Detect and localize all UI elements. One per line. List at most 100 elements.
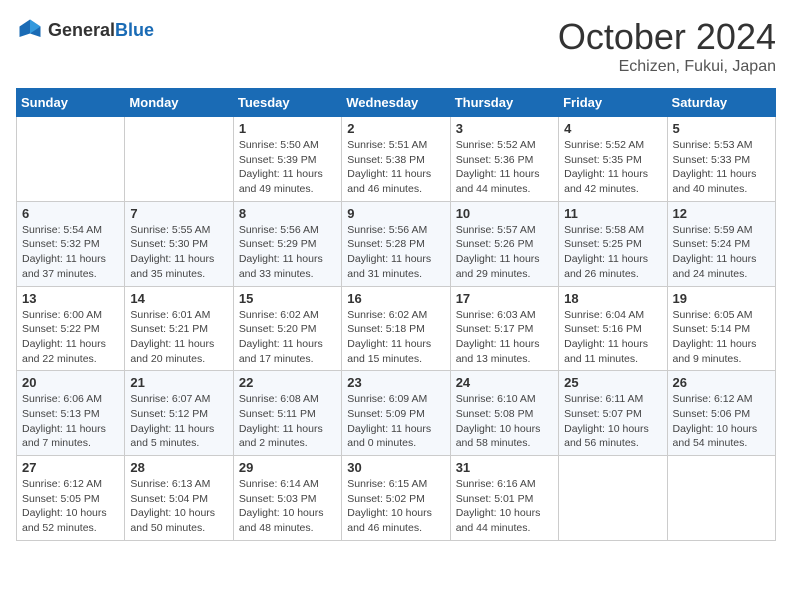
location: Echizen, Fukui, Japan (558, 58, 776, 76)
calendar-day-cell: 18 Sunrise: 6:04 AMSunset: 5:16 PMDayligh… (559, 286, 667, 371)
calendar-day-cell: 19 Sunrise: 6:05 AMSunset: 5:14 PMDayligh… (667, 286, 775, 371)
day-number: 15 (239, 291, 336, 306)
calendar-day-cell: 30 Sunrise: 6:15 AMSunset: 5:02 PMDayligh… (342, 456, 450, 541)
day-detail: Sunrise: 5:51 AMSunset: 5:38 PMDaylight:… (347, 138, 444, 197)
day-detail: Sunrise: 5:58 AMSunset: 5:25 PMDaylight:… (564, 223, 661, 282)
day-number: 31 (456, 460, 553, 475)
calendar-day-cell: 15 Sunrise: 6:02 AMSunset: 5:20 PMDayligh… (233, 286, 341, 371)
calendar-day-cell (667, 456, 775, 541)
day-detail: Sunrise: 6:08 AMSunset: 5:11 PMDaylight:… (239, 392, 336, 451)
day-number: 30 (347, 460, 444, 475)
day-number: 24 (456, 375, 553, 390)
day-detail: Sunrise: 5:54 AMSunset: 5:32 PMDaylight:… (22, 223, 119, 282)
day-number: 1 (239, 121, 336, 136)
day-detail: Sunrise: 6:14 AMSunset: 5:03 PMDaylight:… (239, 477, 336, 536)
calendar-header-row: SundayMondayTuesdayWednesdayThursdayFrid… (17, 89, 776, 117)
day-detail: Sunrise: 6:00 AMSunset: 5:22 PMDaylight:… (22, 308, 119, 367)
calendar-day-cell: 27Sunrise: 6:12 AMSunset: 5:05 PMDayligh… (17, 456, 125, 541)
day-detail: Sunrise: 6:05 AMSunset: 5:14 PMDaylight:… (673, 308, 770, 367)
calendar-day-cell: 25 Sunrise: 6:11 AMSunset: 5:07 PMDayligh… (559, 371, 667, 456)
day-number: 8 (239, 206, 336, 221)
calendar-week-row: 20Sunrise: 6:06 AMSunset: 5:13 PMDayligh… (17, 371, 776, 456)
day-detail: Sunrise: 6:16 AMSunset: 5:01 PMDaylight:… (456, 477, 553, 536)
day-detail: Sunrise: 6:07 AMSunset: 5:12 PMDaylight:… (130, 392, 227, 451)
logo-icon (16, 16, 44, 44)
calendar-day-cell: 21 Sunrise: 6:07 AMSunset: 5:12 PMDayligh… (125, 371, 233, 456)
day-detail: Sunrise: 5:57 AMSunset: 5:26 PMDaylight:… (456, 223, 553, 282)
page-header: General Blue October 2024 Echizen, Fukui… (16, 16, 776, 76)
day-detail: Sunrise: 6:15 AMSunset: 5:02 PMDaylight:… (347, 477, 444, 536)
calendar-day-cell: 13 Sunrise: 6:00 AMSunset: 5:22 PMDayligh… (17, 286, 125, 371)
day-number: 2 (347, 121, 444, 136)
day-number: 6 (22, 206, 119, 221)
day-of-week-header: Sunday (17, 89, 125, 117)
day-detail: Sunrise: 5:55 AMSunset: 5:30 PMDaylight:… (130, 223, 227, 282)
calendar-day-cell: 24 Sunrise: 6:10 AMSunset: 5:08 PMDayligh… (450, 371, 558, 456)
day-number: 7 (130, 206, 227, 221)
calendar-table: SundayMondayTuesdayWednesdayThursdayFrid… (16, 88, 776, 541)
calendar-day-cell: 6 Sunrise: 5:54 AMSunset: 5:32 PMDaylight… (17, 201, 125, 286)
day-detail: Sunrise: 5:56 AMSunset: 5:29 PMDaylight:… (239, 223, 336, 282)
day-number: 4 (564, 121, 661, 136)
day-number: 16 (347, 291, 444, 306)
day-detail: Sunrise: 5:56 AMSunset: 5:28 PMDaylight:… (347, 223, 444, 282)
day-number: 12 (673, 206, 770, 221)
day-number: 28 (130, 460, 227, 475)
logo-blue: Blue (115, 20, 154, 41)
day-number: 13 (22, 291, 119, 306)
calendar-day-cell: 11 Sunrise: 5:58 AMSunset: 5:25 PMDayligh… (559, 201, 667, 286)
calendar-week-row: 1 Sunrise: 5:50 AMSunset: 5:39 PMDaylight… (17, 117, 776, 202)
day-detail: Sunrise: 6:11 AMSunset: 5:07 PMDaylight:… (564, 392, 661, 451)
calendar-day-cell: 2 Sunrise: 5:51 AMSunset: 5:38 PMDaylight… (342, 117, 450, 202)
day-number: 10 (456, 206, 553, 221)
day-number: 23 (347, 375, 444, 390)
day-detail: Sunrise: 5:53 AMSunset: 5:33 PMDaylight:… (673, 138, 770, 197)
calendar-day-cell: 20Sunrise: 6:06 AMSunset: 5:13 PMDayligh… (17, 371, 125, 456)
day-number: 21 (130, 375, 227, 390)
day-detail: Sunrise: 6:09 AMSunset: 5:09 PMDaylight:… (347, 392, 444, 451)
logo: General Blue (16, 16, 154, 44)
calendar-week-row: 6 Sunrise: 5:54 AMSunset: 5:32 PMDaylight… (17, 201, 776, 286)
day-detail: Sunrise: 6:02 AMSunset: 5:20 PMDaylight:… (239, 308, 336, 367)
day-detail: Sunrise: 6:10 AMSunset: 5:08 PMDaylight:… (456, 392, 553, 451)
calendar-day-cell: 10 Sunrise: 5:57 AMSunset: 5:26 PMDayligh… (450, 201, 558, 286)
calendar-day-cell: 29 Sunrise: 6:14 AMSunset: 5:03 PMDayligh… (233, 456, 341, 541)
calendar-day-cell: 3Sunrise: 5:52 AMSunset: 5:36 PMDaylight… (450, 117, 558, 202)
day-number: 5 (673, 121, 770, 136)
calendar-day-cell: 1 Sunrise: 5:50 AMSunset: 5:39 PMDaylight… (233, 117, 341, 202)
month-title: October 2024 (558, 16, 776, 58)
day-number: 29 (239, 460, 336, 475)
day-number: 19 (673, 291, 770, 306)
day-detail: Sunrise: 6:12 AMSunset: 5:06 PMDaylight:… (673, 392, 770, 451)
day-of-week-header: Monday (125, 89, 233, 117)
title-block: October 2024 Echizen, Fukui, Japan (558, 16, 776, 76)
calendar-day-cell: 4 Sunrise: 5:52 AMSunset: 5:35 PMDaylight… (559, 117, 667, 202)
day-number: 14 (130, 291, 227, 306)
calendar-day-cell: 8 Sunrise: 5:56 AMSunset: 5:29 PMDaylight… (233, 201, 341, 286)
day-detail: Sunrise: 6:04 AMSunset: 5:16 PMDaylight:… (564, 308, 661, 367)
calendar-day-cell: 5 Sunrise: 5:53 AMSunset: 5:33 PMDaylight… (667, 117, 775, 202)
calendar-day-cell: 16 Sunrise: 6:02 AMSunset: 5:18 PMDayligh… (342, 286, 450, 371)
calendar-day-cell: 17Sunrise: 6:03 AMSunset: 5:17 PMDayligh… (450, 286, 558, 371)
calendar-day-cell: 22Sunrise: 6:08 AMSunset: 5:11 PMDayligh… (233, 371, 341, 456)
day-of-week-header: Friday (559, 89, 667, 117)
day-detail: Sunrise: 6:02 AMSunset: 5:18 PMDaylight:… (347, 308, 444, 367)
calendar-day-cell: 7 Sunrise: 5:55 AMSunset: 5:30 PMDaylight… (125, 201, 233, 286)
day-detail: Sunrise: 5:52 AMSunset: 5:36 PMDaylight:… (456, 138, 553, 197)
day-of-week-header: Tuesday (233, 89, 341, 117)
calendar-day-cell: 26Sunrise: 6:12 AMSunset: 5:06 PMDayligh… (667, 371, 775, 456)
logo-general: General (48, 20, 115, 41)
calendar-day-cell: 9Sunrise: 5:56 AMSunset: 5:28 PMDaylight… (342, 201, 450, 286)
day-number: 27 (22, 460, 119, 475)
day-number: 20 (22, 375, 119, 390)
calendar-day-cell: 23 Sunrise: 6:09 AMSunset: 5:09 PMDayligh… (342, 371, 450, 456)
calendar-day-cell: 28Sunrise: 6:13 AMSunset: 5:04 PMDayligh… (125, 456, 233, 541)
day-number: 17 (456, 291, 553, 306)
day-detail: Sunrise: 5:52 AMSunset: 5:35 PMDaylight:… (564, 138, 661, 197)
day-number: 11 (564, 206, 661, 221)
day-number: 18 (564, 291, 661, 306)
calendar-day-cell: 12Sunrise: 5:59 AMSunset: 5:24 PMDayligh… (667, 201, 775, 286)
day-number: 25 (564, 375, 661, 390)
day-detail: Sunrise: 5:50 AMSunset: 5:39 PMDaylight:… (239, 138, 336, 197)
calendar-week-row: 13 Sunrise: 6:00 AMSunset: 5:22 PMDayligh… (17, 286, 776, 371)
